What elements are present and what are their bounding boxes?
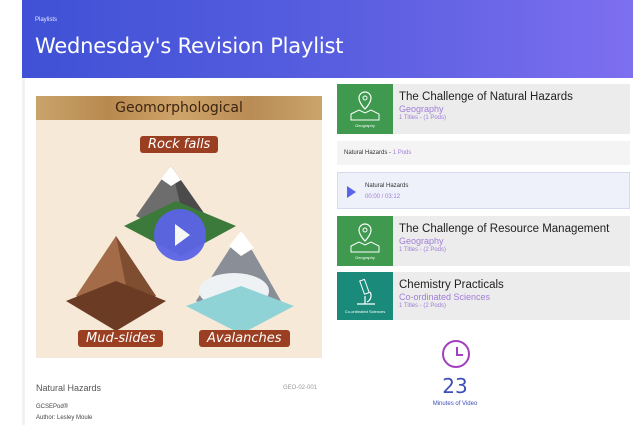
breadcrumb[interactable]: Playlists — [35, 17, 57, 23]
card-thumbnail: Co-ordinated Sciences — [337, 272, 393, 320]
card-title: The Challenge of Resource Management — [399, 223, 610, 235]
playlist-card-chemistry-practicals[interactable]: Co-ordinated Sciences Chemistry Practica… — [337, 272, 630, 320]
card-count: 1 Titles - (2 Pods) — [399, 247, 447, 253]
minutes-count: 23 — [442, 374, 468, 398]
card-subject: Co-ordinated Sciences — [399, 292, 491, 302]
card-title: The Challenge of Natural Hazards — [399, 91, 573, 103]
card-subject: Geography — [399, 236, 444, 246]
video-brand: GCSEPod® — [36, 404, 69, 410]
now-playing-title: Natural Hazards — [365, 183, 409, 189]
playlist-header: Playlists Wednesday's Revision Playlist — [22, 0, 633, 78]
card-thumbnail: Geography — [337, 84, 393, 134]
play-icon[interactable] — [154, 209, 206, 261]
pod-row-label: Natural Hazards - 1 Pods — [344, 150, 412, 156]
label-avalanches: Avalanches — [199, 330, 290, 347]
label-rock-falls: Rock falls — [140, 136, 219, 153]
card-subject: Geography — [399, 104, 444, 114]
video-author: Author: Lesley Moule — [36, 415, 93, 421]
page-title: Wednesday's Revision Playlist — [35, 34, 344, 58]
label-mud-slides: Mud-slides — [78, 330, 164, 347]
now-playing-item[interactable]: Natural Hazards 00:00 / 03:12 — [337, 172, 630, 209]
play-icon[interactable] — [347, 186, 356, 198]
left-rail — [22, 78, 25, 425]
map-pin-icon — [350, 91, 380, 121]
thumbnail-label: Geography — [355, 123, 375, 128]
pod-list-row[interactable]: Natural Hazards - 1 Pods — [337, 141, 630, 165]
card-count: 1 Titles - (2 Pods) — [399, 303, 447, 309]
video-code: GEO-02-001 — [283, 385, 318, 391]
clock-icon — [442, 340, 470, 368]
card-title: Chemistry Practicals — [399, 279, 504, 291]
now-playing-time: 00:00 / 03:12 — [365, 194, 401, 200]
video-title: Natural Hazards — [36, 383, 102, 393]
playlist-card-natural-hazards[interactable]: Geography The Challenge of Natural Hazar… — [337, 84, 630, 134]
card-thumbnail: Geography — [337, 216, 393, 266]
minutes-label: Minutes of Video — [432, 401, 478, 407]
microscope-icon — [357, 278, 375, 305]
video-player[interactable]: Geomorphological Rock falls Mud-slides A… — [36, 96, 322, 358]
thumbnail-label: Geography — [355, 255, 375, 260]
pod-count: 1 Pods — [392, 150, 412, 156]
thumbnail-label: Co-ordinated Sciences — [344, 309, 386, 314]
card-count: 1 Titles - (1 Pods) — [399, 115, 447, 121]
playlist-card-resource-management[interactable]: Geography The Challenge of Resource Mana… — [337, 216, 630, 266]
map-pin-icon — [350, 223, 380, 253]
